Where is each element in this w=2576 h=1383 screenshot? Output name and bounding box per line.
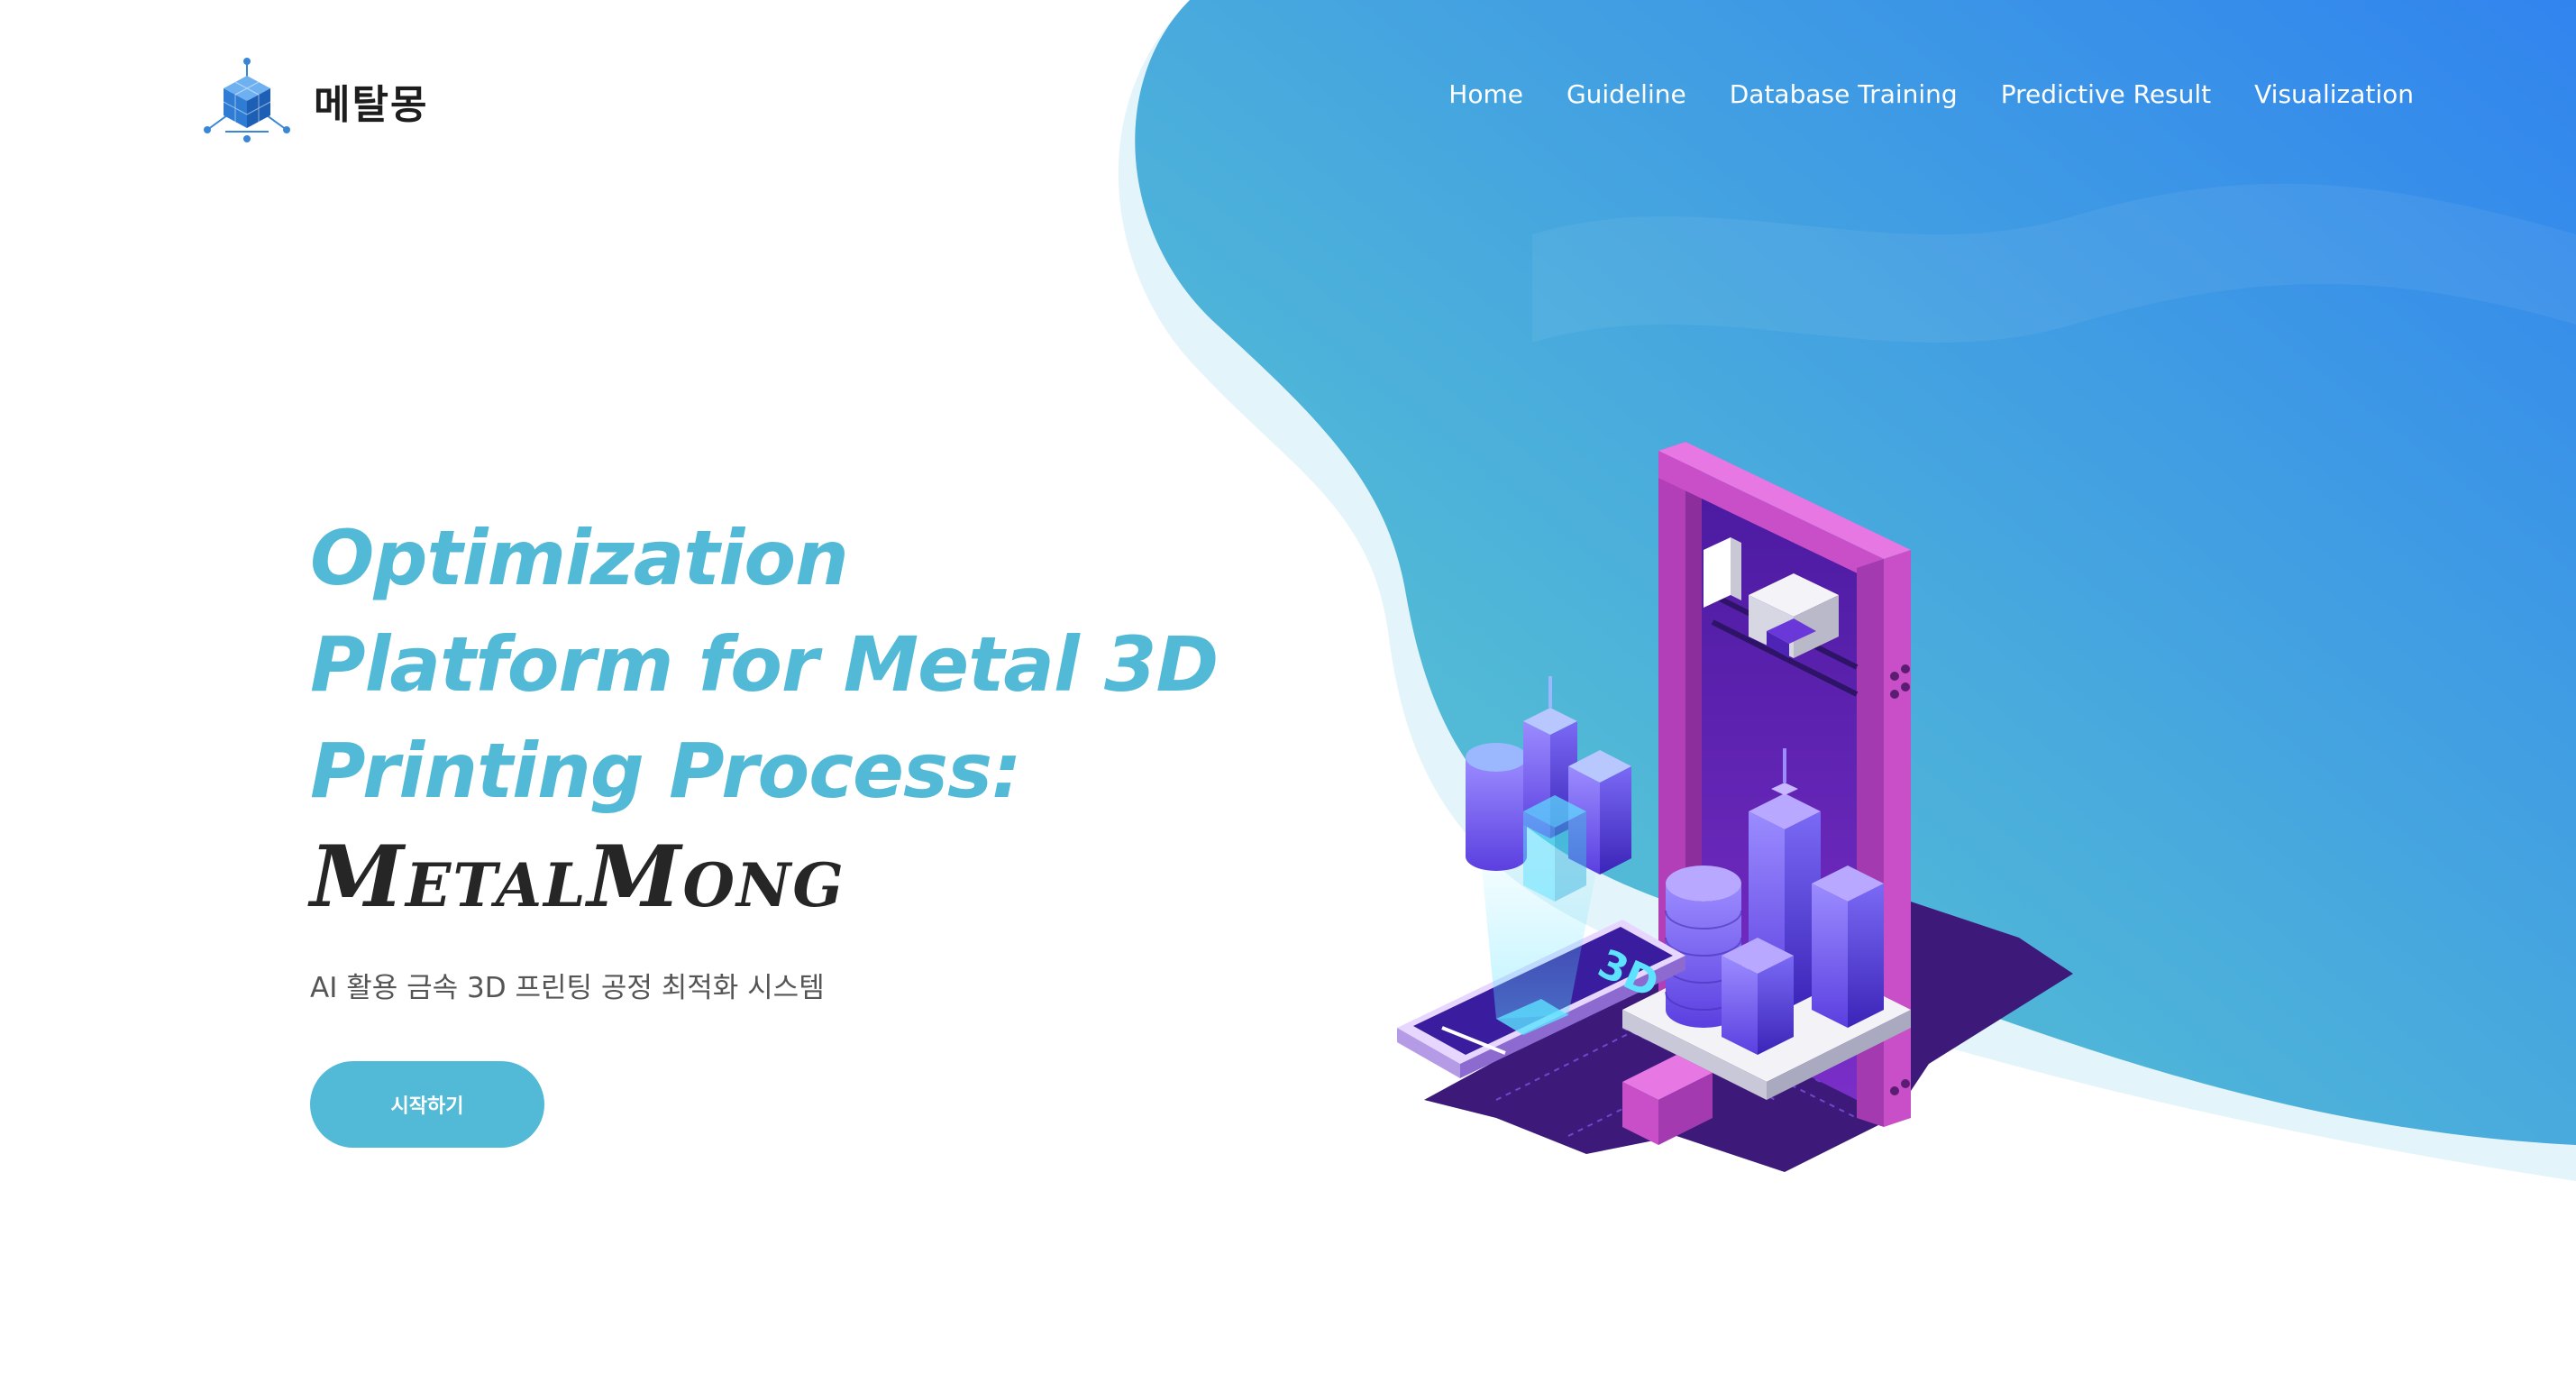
cube-network-icon: [204, 58, 290, 142]
3d-printer-illustration: 3D: [1397, 442, 2073, 1172]
start-button[interactable]: 시작하기: [310, 1061, 544, 1148]
main-nav: Home Guideline Database Training Predict…: [1448, 79, 2414, 109]
hero-subtitle: AI 활용 금속 3D 프린팅 공정 최적화 시스템: [310, 972, 825, 1004]
logo[interactable]: 메탈몽: [200, 56, 428, 146]
logo-text: 메탈몽: [314, 82, 429, 128]
hero-title-line-2: Platform for Metal 3D: [310, 620, 1219, 709]
hero-title-line-3: Printing Process:: [310, 727, 1022, 815]
nav-predictive-result[interactable]: Predictive Result: [2001, 79, 2211, 109]
hero-title: Optimization Platform for Metal 3D Print…: [310, 505, 1283, 824]
nav-visualization[interactable]: Visualization: [2254, 79, 2414, 109]
site-header: 메탈몽 Home Guideline Database Training Pre…: [0, 0, 2576, 198]
nav-home[interactable]: Home: [1448, 79, 1523, 109]
nav-guideline[interactable]: Guideline: [1567, 79, 1686, 109]
hero-title-line-1: Optimization: [310, 514, 849, 602]
hero-brand-name: MetalMong: [310, 828, 845, 927]
hero-section: Optimization Platform for Metal 3D Print…: [310, 505, 1283, 1148]
hologram-city: [1466, 676, 1631, 902]
nav-database-training[interactable]: Database Training: [1730, 79, 1958, 109]
